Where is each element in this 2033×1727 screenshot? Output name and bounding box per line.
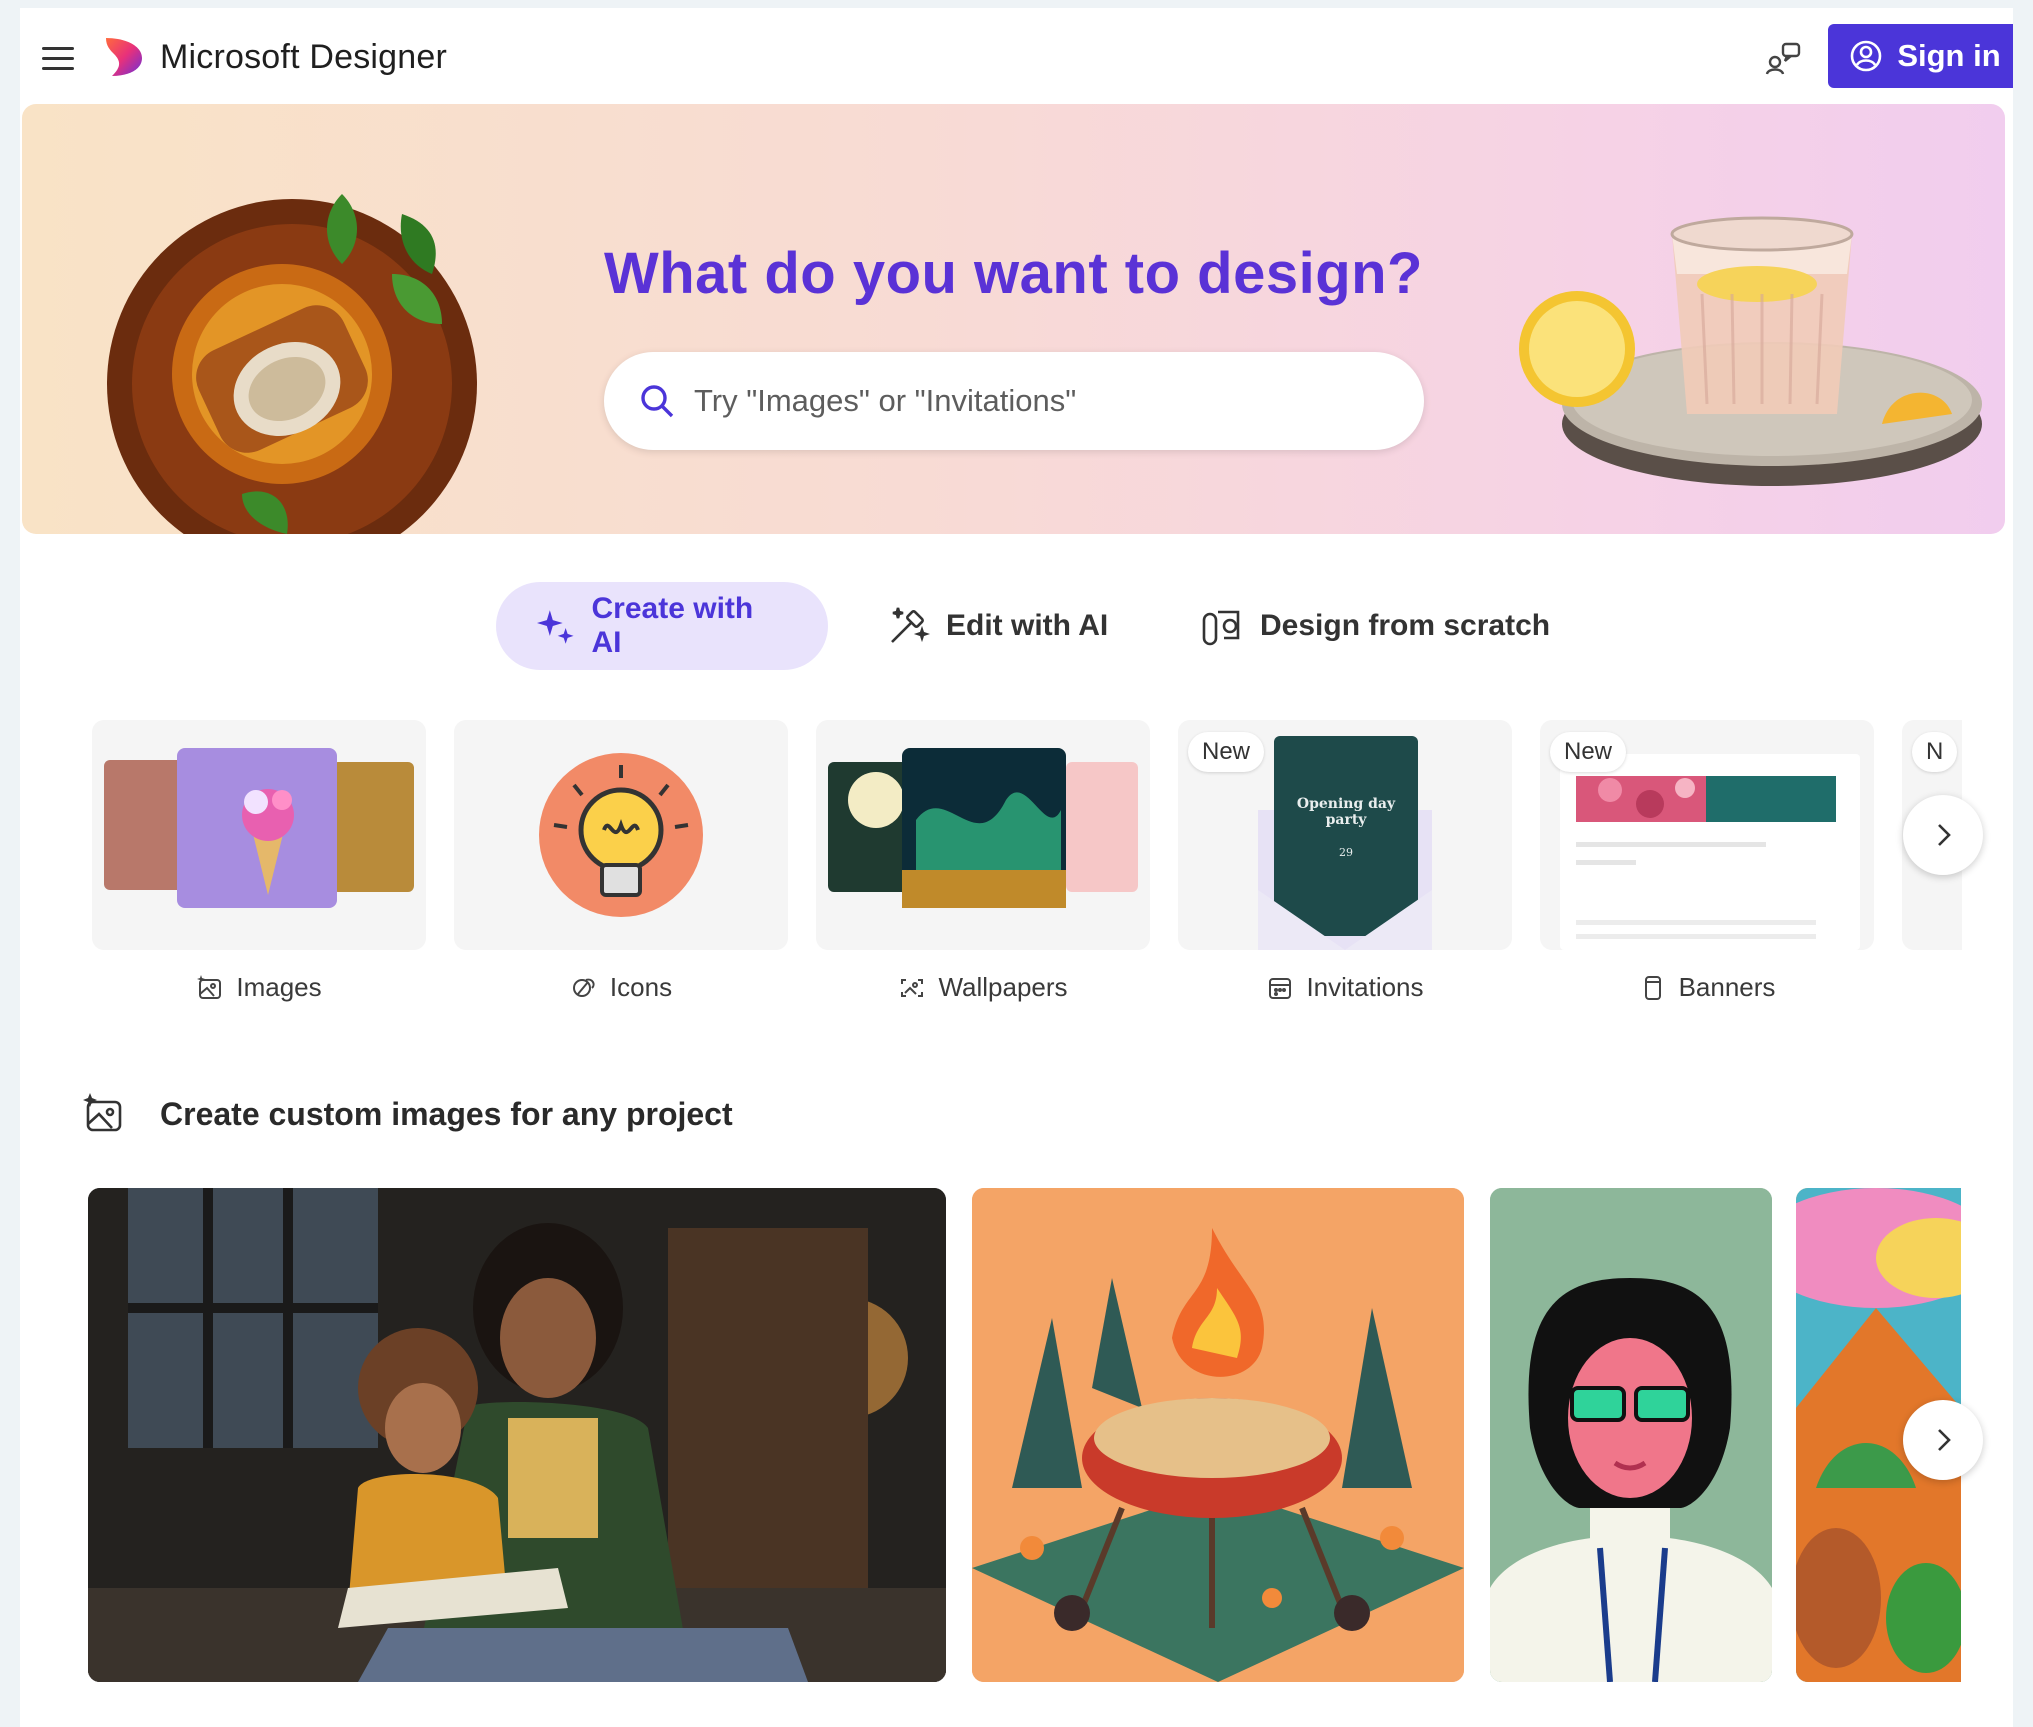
section-title: Create custom images for any project xyxy=(160,1095,733,1132)
image-gallery xyxy=(88,1188,1961,1688)
icons-icon xyxy=(572,978,595,997)
category-banners-card[interactable]: New xyxy=(1540,720,1874,950)
category-icons-card[interactable] xyxy=(454,720,788,950)
category-next-button[interactable] xyxy=(1903,795,1983,875)
new-badge: N xyxy=(1912,732,1958,772)
gallery-next-button[interactable] xyxy=(1903,1400,1983,1480)
hero-banner: What do you want to design? xyxy=(22,104,2005,534)
image-sparkle-icon xyxy=(83,1093,122,1132)
category-wallpapers-label[interactable]: Wallpapers xyxy=(816,972,1150,1003)
honey-jar-illustration xyxy=(107,194,477,534)
reading-illustration xyxy=(88,1188,946,1682)
search-bar[interactable] xyxy=(604,352,1424,450)
wallpaper-icon xyxy=(901,978,924,997)
sign-in-label: Sign in xyxy=(1897,38,2001,73)
tab-label: Create with AI xyxy=(591,592,754,659)
mode-tabs: Create with AI Edit with AI Design from … xyxy=(20,582,2013,672)
calendar-icon xyxy=(1269,977,1292,999)
invitation-date: 29 xyxy=(1339,846,1353,859)
new-badge: New xyxy=(1188,732,1265,772)
category-invitations-card[interactable]: Opening day party 29 New xyxy=(1178,720,1512,950)
category-label-text: Invitations xyxy=(1306,972,1424,1002)
app-title: Microsoft Designer xyxy=(160,38,448,76)
image-sparkle-icon xyxy=(197,974,222,999)
tab-label: Edit with AI xyxy=(946,609,1109,642)
tab-create-with-ai[interactable]: Create with AI xyxy=(496,582,828,670)
designer-page: Microsoft Designer Sign in What do you w… xyxy=(20,8,2013,1727)
feedback-icon[interactable] xyxy=(1763,38,1803,78)
chevron-right-icon xyxy=(1938,1429,1951,1451)
chevron-right-icon xyxy=(1938,824,1951,846)
category-banners-label[interactable]: Banners xyxy=(1540,972,1874,1003)
category-images-label[interactable]: Images xyxy=(92,972,426,1003)
top-bar: Microsoft Designer Sign in xyxy=(20,8,2013,104)
category-label-text: Wallpapers xyxy=(938,972,1068,1002)
search-icon xyxy=(641,385,674,418)
category-icons-label[interactable]: Icons xyxy=(454,972,788,1003)
invitation-line2: party xyxy=(1326,812,1368,828)
lightbulb-preview xyxy=(539,753,703,917)
category-carousel: Images Icons Wallpapers Opening day part… xyxy=(92,720,1962,1020)
invitation-line1: Opening day xyxy=(1297,796,1396,812)
hamburger-menu-icon[interactable] xyxy=(38,38,78,78)
gallery-image-portrait[interactable] xyxy=(1490,1188,1772,1682)
category-images-card[interactable] xyxy=(92,720,426,950)
tab-label: Design from scratch xyxy=(1260,609,1551,642)
new-badge: New xyxy=(1550,732,1627,772)
category-label-text: Images xyxy=(236,972,322,1002)
category-wallpapers-card[interactable] xyxy=(816,720,1150,950)
designer-logo-icon xyxy=(106,38,142,76)
tab-edit-with-ai[interactable]: Edit with AI xyxy=(886,582,1108,670)
category-label-text: Icons xyxy=(609,972,673,1002)
sparkle-icon xyxy=(536,610,574,644)
shapes-icon xyxy=(1202,610,1240,646)
images-preview xyxy=(104,748,414,908)
wallpapers-preview xyxy=(828,748,1138,908)
portrait-illustration xyxy=(1490,1188,1772,1682)
lemonade-illustration xyxy=(1519,216,1982,486)
search-input[interactable] xyxy=(694,383,1394,419)
tab-design-from-scratch[interactable]: Design from scratch xyxy=(1200,582,1550,670)
section-header: Create custom images for any project xyxy=(82,1092,733,1136)
gallery-image-grill[interactable] xyxy=(972,1188,1464,1682)
category-invitations-label[interactable]: Invitations xyxy=(1178,972,1512,1003)
magic-wand-icon xyxy=(891,607,930,643)
grill-illustration xyxy=(972,1188,1464,1682)
account-icon xyxy=(1851,40,1882,72)
banner-icon xyxy=(1644,975,1661,1000)
sign-in-button[interactable]: Sign in xyxy=(1828,24,2013,88)
gallery-image-reading[interactable] xyxy=(88,1188,946,1682)
category-label-text: Banners xyxy=(1678,972,1776,1002)
